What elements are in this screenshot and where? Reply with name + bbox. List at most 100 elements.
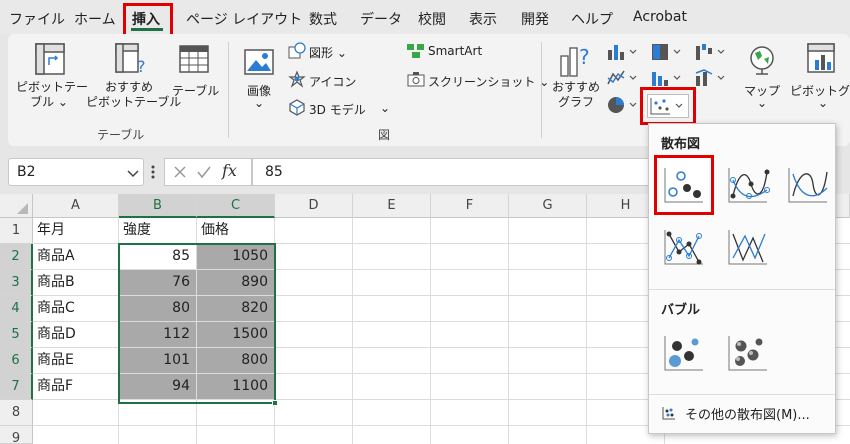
smartart-button[interactable]: SmartArt: [428, 44, 482, 58]
row-header-3[interactable]: 3: [0, 270, 33, 296]
combo-chart-icon[interactable]: [694, 68, 728, 88]
column-chart-icon[interactable]: [606, 42, 640, 62]
scatter-straight-markers-icon: [664, 230, 703, 265]
tab-acrobat[interactable]: Acrobat: [633, 9, 687, 25]
group-label-figure: 図: [378, 128, 391, 142]
hierarchy-chart-icon[interactable]: [650, 42, 684, 62]
tab-view[interactable]: 表示: [469, 9, 497, 29]
3d-model-button[interactable]: 3D モデル: [309, 101, 366, 118]
map-icon[interactable]: [748, 44, 776, 76]
column-header-g[interactable]: G: [509, 194, 587, 218]
formula-value: 85: [265, 164, 283, 180]
3d-model-dropdown-arrow[interactable]: ⌄: [380, 101, 390, 115]
chevron-down-icon[interactable]: [127, 168, 139, 178]
scatter-heading: 散布図: [661, 137, 701, 152]
screenshot-button[interactable]: スクリーンショット ⌄: [428, 73, 549, 90]
scatter-straight-lines-icon: [728, 230, 767, 265]
recommended-pivot-label-1: おすすめ: [104, 80, 153, 94]
smartart-icon: [407, 44, 424, 58]
pie-chart-icon[interactable]: [606, 94, 640, 116]
tab-file[interactable]: ファイル: [9, 9, 65, 29]
ribbon-separator: [228, 42, 229, 138]
scatter-straight-markers-option[interactable]: [659, 222, 709, 272]
recommended-chart-label-1: おすすめ: [551, 80, 600, 94]
tab-page-layout[interactable]: ページ レイアウト: [186, 9, 302, 29]
recommended-chart-label-2: グラフ: [557, 95, 594, 109]
scatter-button-highlight: [640, 87, 696, 125]
row-header-6[interactable]: 6: [0, 348, 33, 374]
row-header-5[interactable]: 5: [0, 322, 33, 348]
3d-model-icon: [289, 99, 305, 116]
bubble-option[interactable]: [659, 328, 709, 378]
row-header-7[interactable]: 7: [0, 374, 33, 400]
pivot-chart-dropdown-arrow[interactable]: ⌄: [816, 96, 830, 110]
tab-data[interactable]: データ: [360, 9, 402, 29]
shapes-button[interactable]: 図形 ⌄: [309, 44, 347, 61]
column-header-e[interactable]: E: [353, 194, 431, 218]
icons-icon: [288, 70, 306, 88]
row-header-9[interactable]: 9: [0, 426, 33, 444]
tab-help[interactable]: ヘルプ: [571, 9, 613, 29]
column-header-f[interactable]: F: [431, 194, 509, 218]
name-box[interactable]: B2: [8, 158, 144, 186]
svg-text:?: ?: [579, 45, 590, 69]
bubble-option-icon: [664, 336, 703, 371]
dropdown-separator: [649, 289, 835, 290]
insert-function-icon[interactable]: fx: [222, 161, 237, 180]
pivot-table-label-1: ピボットテー: [16, 80, 89, 94]
screenshot-icon: [407, 72, 425, 87]
image-icon[interactable]: [243, 48, 275, 76]
scatter-smooth-markers-option[interactable]: [723, 160, 773, 210]
table-button[interactable]: テーブル: [172, 82, 219, 99]
more-options-icon[interactable]: [150, 163, 156, 181]
image-dropdown-arrow[interactable]: ⌄: [252, 96, 266, 110]
group-label-table: テーブル: [97, 128, 145, 142]
scatter-option-highlight: [654, 155, 714, 215]
column-header-a[interactable]: A: [33, 194, 119, 218]
more-scatter-charts-link[interactable]: その他の散布図(M)...: [659, 401, 829, 425]
scatter-smooth-lines-option[interactable]: [783, 160, 833, 210]
table-icon[interactable]: [178, 44, 210, 74]
scatter-smooth-lines-icon: [788, 168, 828, 203]
formula-input[interactable]: 85: [252, 158, 652, 186]
row-header-2[interactable]: 2: [0, 244, 33, 270]
shapes-icon: [288, 42, 306, 59]
dropdown-separator: [649, 394, 835, 395]
recommended-pivot-button[interactable]: おすすめ ピボットテーブル: [86, 80, 182, 110]
tab-formulas[interactable]: 数式: [309, 9, 337, 29]
recommended-pivot-label-2: ピボットテーブル: [86, 95, 182, 109]
select-all-corner[interactable]: [0, 194, 33, 218]
column-header-d[interactable]: D: [275, 194, 353, 218]
tab-review[interactable]: 校閲: [418, 9, 446, 29]
line-chart-icon[interactable]: [606, 68, 640, 88]
scatter-small-icon: [662, 407, 675, 420]
icons-button[interactable]: アイコン: [309, 73, 356, 90]
waterfall-chart-icon[interactable]: [694, 42, 728, 62]
row-header-1[interactable]: 1: [0, 218, 33, 244]
pivot-table-icon[interactable]: [34, 42, 66, 76]
recommended-chart-button[interactable]: おすすめ グラフ: [550, 80, 602, 110]
scatter-straight-lines-option[interactable]: [723, 222, 773, 272]
row-header-8[interactable]: 8: [0, 400, 33, 426]
pivot-table-label-2: ブル ⌄: [30, 95, 68, 109]
pivot-chart-icon[interactable]: [806, 42, 840, 76]
enter-icon[interactable]: [196, 164, 212, 180]
row-header-4[interactable]: 4: [0, 296, 33, 322]
recommended-pivot-icon[interactable]: ?: [114, 42, 148, 76]
fill-handle[interactable]: [272, 400, 278, 406]
selection-range: [118, 243, 276, 404]
recommended-chart-icon[interactable]: ?: [558, 42, 594, 78]
tab-home[interactable]: ホーム: [74, 9, 116, 29]
svg-text:?: ?: [137, 57, 146, 76]
map-dropdown-arrow[interactable]: ⌄: [755, 96, 769, 110]
column-header-c[interactable]: C: [197, 194, 275, 218]
statistic-chart-icon[interactable]: [650, 68, 684, 88]
tab-developer[interactable]: 開発: [521, 9, 549, 29]
bubble-3d-option[interactable]: [723, 328, 773, 378]
bubble-3d-option-icon: [728, 336, 767, 371]
column-header-b[interactable]: B: [119, 194, 197, 218]
ribbon-separator: [541, 42, 542, 138]
pivot-table-button[interactable]: ピボットテー ブル ⌄: [16, 80, 89, 110]
more-scatter-charts-label: その他の散布図(M)...: [685, 408, 810, 423]
cancel-icon[interactable]: [172, 164, 188, 180]
